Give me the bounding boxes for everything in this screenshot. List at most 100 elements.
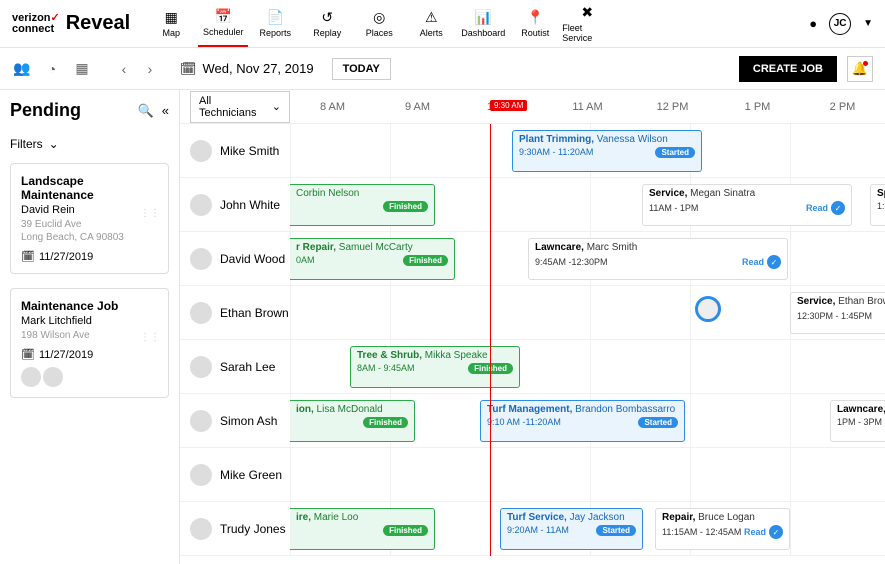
card-title: Maintenance Job [21, 299, 158, 313]
nav-label: Scheduler [203, 27, 244, 37]
technician-name: Simon Ash [220, 414, 277, 428]
nav-icon: 📍 [527, 9, 544, 26]
chevron-down-icon: ⌄ [272, 100, 281, 113]
loading-ring-icon [695, 296, 721, 322]
job-card[interactable]: Service, Megan Sinatra11AM - 1PMRead✓ [642, 184, 852, 226]
all-technicians-dropdown[interactable]: All Technicians⌄ [190, 91, 290, 123]
nav-dashboard[interactable]: 📊Dashboard [458, 0, 508, 47]
job-card[interactable]: ire, Marie LooFinished [290, 508, 435, 550]
notifications-button[interactable]: 🔔 [847, 56, 873, 82]
nav-map[interactable]: ▦Map [146, 0, 196, 47]
technician-row: Simon Ash ion, Lisa McDonald Finished Turf … [180, 394, 885, 448]
job-card[interactable]: Tree & Shrub, Mikka Speake8AM - 9:45AMFi… [350, 346, 520, 388]
job-title: ion, Lisa McDonald [296, 404, 408, 415]
technician-name: Sarah Lee [220, 360, 275, 374]
user-menu-caret[interactable]: ▼ [863, 18, 873, 29]
schedule-lane[interactable]: ion, Lisa McDonald Finished Turf Managemen… [290, 394, 885, 447]
job-card[interactable]: r Repair, Samuel McCarty0AMFinished [290, 238, 455, 280]
job-time: 11:15AM - 12:45AM [662, 527, 741, 537]
job-title: Sprinkler R [877, 188, 885, 199]
card-address: 39 Euclid AveLong Beach, CA 90803 [21, 218, 158, 244]
technician-name: John White [220, 198, 280, 212]
pending-job-card[interactable]: Maintenance JobMark Litchfield198 Wilson… [10, 288, 169, 398]
nav-scheduler[interactable]: 📅 Scheduler [198, 0, 248, 47]
filters-toggle[interactable]: Filters⌄ [10, 137, 169, 151]
nav-reports[interactable]: 📄Reports [250, 0, 300, 47]
technician-row: Ethan BrownService, Ethan Brown12:30PM -… [180, 286, 885, 340]
job-time: 0AM [296, 255, 315, 265]
nav-label: Places [366, 28, 393, 38]
schedule-lane[interactable]: Tree & Shrub, Mikka Speake8AM - 9:45AMFi… [290, 340, 885, 393]
job-title: Plant Trimming, Vanessa Wilson [519, 134, 695, 145]
collapse-sidebar-icon[interactable]: « [162, 103, 169, 119]
job-title: Turf Management, Brandon Bombassarro [487, 404, 678, 415]
technician-name: Trudy Jones [220, 522, 286, 536]
job-card[interactable]: Lawncare, Marc Smith9:45AM -12:30PMRead✓ [528, 238, 788, 280]
create-job-button[interactable]: CREATE JOB [739, 56, 837, 82]
job-card[interactable]: Service, Ethan Brown12:30PM - 1:45PM✓ [790, 292, 885, 334]
search-icon[interactable]: 🔍 [138, 103, 154, 119]
nav-label: Dashboard [461, 28, 505, 38]
job-card[interactable]: Corbin NelsonFinished [290, 184, 435, 226]
job-card[interactable]: Lawncare, Simon Taf1PM - 3PM [830, 400, 885, 442]
today-button[interactable]: TODAY [332, 58, 391, 80]
status-badge: Finished [363, 417, 408, 428]
view-people-icon[interactable]: 👥 [12, 60, 32, 77]
drag-handle-icon[interactable]: ⋮⋮ [140, 208, 160, 219]
nav-label: Alerts [420, 28, 443, 38]
schedule-lane[interactable]: Service, Ethan Brown12:30PM - 1:45PM✓ [290, 286, 885, 339]
job-card[interactable]: Turf Service, Jay Jackson9:20AM - 11AMSt… [500, 508, 643, 550]
job-title: Repair, Bruce Logan [662, 512, 783, 523]
job-card[interactable]: Plant Trimming, Vanessa Wilson9:30AM - 1… [512, 130, 702, 172]
card-address: 198 Wilson Ave [21, 329, 158, 342]
nav-places[interactable]: ◎Places [354, 0, 404, 47]
user-avatar[interactable]: JC [829, 13, 851, 35]
avatar [190, 464, 212, 486]
schedule-lane[interactable]: Corbin NelsonFinished Service, Megan Sina… [290, 178, 885, 231]
nav-alerts[interactable]: ⚠Alerts [406, 0, 456, 47]
schedule-lane[interactable] [290, 448, 885, 501]
drag-handle-icon[interactable]: ⋮⋮ [140, 332, 160, 343]
job-card[interactable]: Turf Management, Brandon Bombassarro9:10… [480, 400, 685, 442]
view-time-icon[interactable]: ◔ [42, 61, 62, 77]
schedule-lane[interactable]: Plant Trimming, Vanessa Wilson9:30AM - 1… [290, 124, 885, 177]
view-grid-icon[interactable]: ▦ [72, 60, 92, 77]
job-card[interactable]: ion, Lisa McDonald Finished [290, 400, 415, 442]
nav-icon: 📅 [215, 8, 232, 25]
calendar-icon: 🗓 [21, 250, 35, 263]
schedule-lane[interactable]: ire, Marie LooFinished Turf Service, Jay … [290, 502, 885, 555]
status-badge: Started [638, 417, 678, 428]
next-day-button[interactable]: › [140, 61, 160, 77]
job-time: 1:30PM - 3: [877, 201, 885, 211]
technician-row: John White Corbin NelsonFinished Service,… [180, 178, 885, 232]
avatar [190, 302, 212, 324]
read-check-icon: ✓ [767, 255, 781, 269]
nav-fleet-service[interactable]: ✖Fleet Service [562, 0, 612, 47]
prev-day-button[interactable]: ‹ [114, 61, 134, 77]
calendar-icon: 🗓 [21, 348, 35, 361]
status-badge: Started [655, 147, 695, 158]
top-nav: ▦Map 📅 Scheduler 📄Reports↺Replay◎Places⚠Ale… [146, 0, 809, 47]
read-check-icon: ✓ [831, 201, 845, 215]
brand-logo: verizon✓ connect Reveal [12, 12, 130, 35]
avatar [21, 367, 41, 387]
avatar [190, 356, 212, 378]
job-title: Corbin Nelson [296, 188, 428, 199]
job-card[interactable]: Repair, Bruce Logan 11:15AM - 12:45AMRead… [655, 508, 790, 550]
avatar [190, 410, 212, 432]
job-card[interactable]: Sprinkler R 1:30PM - 3: [870, 184, 885, 226]
pending-job-card[interactable]: Landscape MaintenanceDavid Rein39 Euclid… [10, 163, 169, 274]
technician-row: Mike Green [180, 448, 885, 502]
job-title: Turf Service, Jay Jackson [507, 512, 636, 523]
nav-label: Map [162, 28, 180, 38]
job-time: 1PM - 3PM [837, 417, 882, 427]
read-label: Read [744, 527, 766, 537]
schedule-lane[interactable]: r Repair, Samuel McCarty0AMFinished Lawnc… [290, 232, 885, 285]
nav-label: Fleet Service [562, 23, 612, 43]
technician-name: David Wood [220, 252, 285, 266]
calendar-icon[interactable]: 🗓 [180, 61, 197, 77]
time-header: 2 PM [800, 101, 885, 113]
nav-label: Replay [313, 28, 341, 38]
nav-routist[interactable]: 📍Routist [510, 0, 560, 47]
nav-replay[interactable]: ↺Replay [302, 0, 352, 47]
